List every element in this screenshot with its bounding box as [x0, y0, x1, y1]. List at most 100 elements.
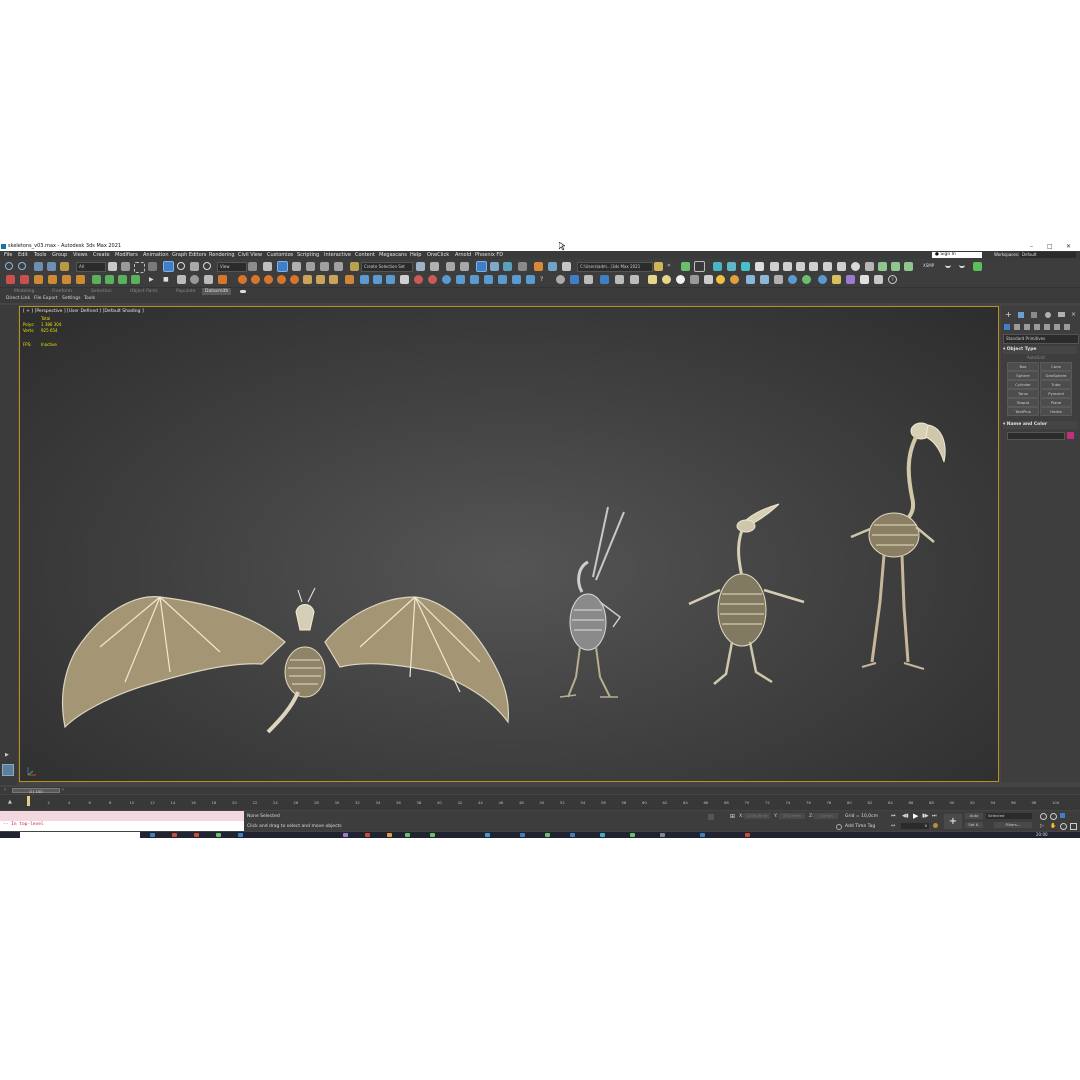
menu-animation[interactable]: Animation [143, 251, 169, 259]
shader-icon-1[interactable] [770, 262, 779, 271]
tool-icon-45[interactable] [676, 275, 685, 284]
tool-icon-20[interactable] [303, 275, 312, 284]
goto-end-icon[interactable]: ⏭ [932, 813, 937, 819]
taskbar-3dsmax-icon[interactable] [485, 833, 490, 837]
menu-views[interactable]: Views [73, 251, 87, 259]
expand-arrow-icon[interactable]: ▶ [5, 752, 9, 758]
tool-icon-56[interactable] [846, 275, 855, 284]
x-coordinate-field[interactable]: 1256,8mm [744, 813, 770, 819]
select-object-icon[interactable] [108, 262, 117, 271]
green-arrows-icon[interactable] [973, 262, 982, 271]
select-scale-icon[interactable] [190, 262, 199, 271]
menu-civil-view[interactable]: Civil View [238, 251, 262, 259]
display-tab-icon[interactable] [1058, 312, 1065, 317]
name-color-rollout[interactable]: ▾ Name and Color [1003, 421, 1077, 429]
align-icon[interactable] [430, 262, 439, 271]
tool-icon-8[interactable] [105, 275, 114, 284]
tool-icon-29[interactable] [428, 275, 437, 284]
tool-icon-44[interactable] [662, 275, 671, 284]
tool-icon-50[interactable] [760, 275, 769, 284]
tool-icon-4[interactable] [48, 275, 57, 284]
tool-icon-57[interactable] [860, 275, 869, 284]
taskbar-app-icon-7[interactable] [365, 833, 370, 837]
select-place-icon[interactable] [203, 262, 211, 270]
sky-icon[interactable] [755, 262, 764, 271]
filters-button[interactable]: Filters... [994, 822, 1032, 828]
link-icon[interactable] [34, 262, 43, 271]
tool-icon-37[interactable] [556, 275, 565, 284]
menu-oneclick[interactable]: OneClick [427, 251, 449, 259]
shader-icon-6[interactable] [837, 262, 846, 271]
taskbar-app-icon-13[interactable] [570, 833, 575, 837]
create-tab-icon[interactable]: + [1005, 311, 1012, 319]
tool-icon-5[interactable] [62, 275, 71, 284]
helpers-icon[interactable] [1044, 324, 1050, 330]
tab-datasmith[interactable]: Datasmith [202, 288, 232, 295]
bird-skeleton-1-model[interactable] [548, 502, 628, 702]
penguin-skeleton-model[interactable] [684, 502, 814, 687]
tool-icon-10[interactable] [131, 275, 140, 284]
viewport-label[interactable]: [ + ] [Perspective ] [User Defined ] [De… [23, 309, 144, 314]
time-tag-icon[interactable] [836, 824, 842, 830]
render-production-icon[interactable] [562, 262, 571, 271]
teapot-button[interactable]: Teapot [1007, 398, 1039, 407]
auto-key-button[interactable]: Auto [965, 813, 983, 819]
taskbar-app-icon-10[interactable] [430, 833, 435, 837]
maxscript-top-line[interactable] [0, 811, 244, 821]
tool-icon-43[interactable] [648, 275, 657, 284]
close-button[interactable]: ✕ [1066, 242, 1071, 251]
hierarchy-tab-icon[interactable] [1031, 312, 1037, 318]
tool-icon-51[interactable] [774, 275, 783, 284]
tool-icon-53[interactable] [802, 275, 811, 284]
schematic-view-icon[interactable] [503, 262, 512, 271]
select-manipulate-icon[interactable] [263, 262, 272, 271]
tool-icon-31[interactable] [456, 275, 465, 284]
taskbar-app-icon-11[interactable] [520, 833, 525, 837]
tool-icon-54[interactable] [818, 275, 827, 284]
window-crossing-icon[interactable] [148, 262, 157, 271]
project-folder-icon[interactable] [654, 262, 663, 271]
tool-icon-39[interactable] [584, 275, 593, 284]
shader-icon-4[interactable] [809, 262, 818, 271]
tool-icon-34[interactable] [498, 275, 507, 284]
menu-customize[interactable]: Customize [267, 251, 293, 259]
taskbar-app-icon-9[interactable] [405, 833, 410, 837]
motion-tab-icon[interactable] [1045, 312, 1051, 318]
pan-view-icon[interactable]: ✋ [1050, 823, 1056, 829]
object-name-input[interactable] [1007, 432, 1065, 440]
perspective-viewport[interactable]: [ + ] [Perspective ] [User Defined ] [De… [19, 306, 999, 782]
select-move-icon[interactable] [163, 261, 174, 272]
search-box[interactable] [20, 832, 140, 838]
spinner-snap-icon[interactable] [334, 262, 343, 271]
set-key-plus-button[interactable]: + [944, 814, 962, 829]
tab-selection[interactable]: Selection [91, 288, 112, 295]
unlink-icon[interactable] [47, 262, 56, 271]
scene-icon-3[interactable] [891, 262, 900, 271]
maxscript-listener[interactable]: -- In top-level [0, 811, 244, 831]
shader-icon-3[interactable] [796, 262, 805, 271]
curve-editor-icon[interactable] [490, 262, 499, 271]
percent-snap-icon[interactable] [320, 262, 329, 271]
menu-file[interactable]: File [4, 251, 12, 259]
cylinder-button[interactable]: Cylinder [1007, 380, 1039, 389]
transform-type-icon[interactable]: ⊞ [730, 813, 735, 820]
taskbar-app-icon-8[interactable] [387, 833, 392, 837]
tab-object-paint[interactable]: Object Paint [130, 288, 157, 295]
taskbar-app-icon-18[interactable] [745, 833, 750, 837]
light-icon[interactable] [713, 262, 722, 271]
time-slider-prev-icon[interactable]: ‹ [4, 787, 6, 793]
scene-icon-1[interactable] [865, 262, 874, 271]
spacewarps-icon[interactable] [1054, 324, 1060, 330]
edit-named-selection-icon[interactable] [350, 262, 359, 271]
textplus-button[interactable]: TextPlus [1007, 407, 1039, 416]
modify-tab-icon[interactable] [1018, 312, 1024, 318]
tool-icon-28[interactable] [414, 275, 423, 284]
menu-create[interactable]: Create [93, 251, 110, 259]
key-filter-dropdown[interactable]: Selected [986, 813, 1032, 819]
taskbar-app-icon-15[interactable] [630, 833, 635, 837]
tool-icon-7[interactable] [92, 275, 101, 284]
play-icon[interactable]: ▶ [149, 276, 154, 283]
more-chevron-icon[interactable]: » [667, 262, 671, 269]
help-icon-2[interactable]: ? [888, 275, 897, 284]
tool-icon-19[interactable] [290, 275, 299, 284]
